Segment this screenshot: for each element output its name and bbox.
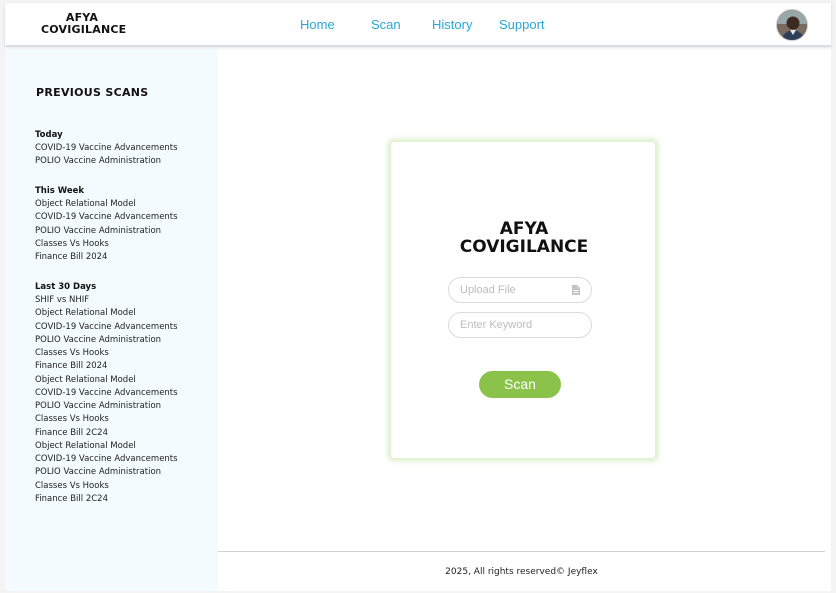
history-item[interactable]: Object Relational Model xyxy=(35,440,178,453)
file-icon xyxy=(572,285,580,295)
history-item[interactable]: Object Relational Model xyxy=(35,198,178,211)
history-item[interactable]: Finance Bill 2C24 xyxy=(35,427,178,440)
nav-history-link[interactable]: History xyxy=(432,17,472,32)
keyword-input[interactable]: Enter Keyword xyxy=(448,312,592,338)
history-item[interactable]: Classes Vs Hooks xyxy=(35,413,178,426)
history-item[interactable]: SHIF vs NHIF xyxy=(35,294,178,307)
card-title-line-1: AFYA xyxy=(499,219,549,239)
group-title: This Week xyxy=(35,186,85,196)
history-item[interactable]: POLIO Vaccine Administration xyxy=(35,225,178,238)
upload-file-input[interactable]: Upload File xyxy=(448,277,592,303)
group-title: Today xyxy=(35,130,63,140)
group-title: Last 30 Days xyxy=(35,282,97,292)
history-item[interactable]: Object Relational Model xyxy=(35,307,178,320)
user-avatar-icon[interactable] xyxy=(776,9,808,41)
history-group-last-30-days: Last 30 Days SHIF vs NHIF Object Relatio… xyxy=(35,281,178,506)
previous-scans-sidebar: PREVIOUS SCANS Today COVID-19 Vaccine Ad… xyxy=(5,49,218,591)
history-item[interactable]: Classes Vs Hooks xyxy=(35,347,178,360)
history-item[interactable]: Finance Bill 2024 xyxy=(35,360,178,373)
card-title: AFYA COVIGILANCE xyxy=(391,220,657,256)
nav-scan-link[interactable]: Scan xyxy=(371,17,401,32)
history-item[interactable]: Classes Vs Hooks xyxy=(35,480,178,493)
nav-support-link[interactable]: Support xyxy=(499,17,545,32)
history-group-today: Today COVID-19 Vaccine Advancements POLI… xyxy=(35,129,178,169)
history-item[interactable]: Classes Vs Hooks xyxy=(35,238,178,251)
history-item[interactable]: Finance Bill 2024 xyxy=(35,251,178,264)
nav-home-link[interactable]: Home xyxy=(300,17,335,32)
upload-file-placeholder: Upload File xyxy=(460,284,516,296)
logo-line-2: COVIGILANCE xyxy=(41,23,127,36)
scan-button[interactable]: Scan xyxy=(479,371,561,398)
footer-copyright: 2025, All rights reserved© Jeyflex xyxy=(445,567,598,577)
history-item[interactable]: COVID-19 Vaccine Advancements xyxy=(35,321,178,334)
footer-divider xyxy=(218,551,825,552)
scan-card: AFYA COVIGILANCE Upload File Enter Keywo… xyxy=(390,141,656,459)
history-group-this-week: This Week Object Relational Model COVID-… xyxy=(35,185,178,264)
keyword-placeholder: Enter Keyword xyxy=(460,319,533,331)
top-header: AFYA COVIGILANCE Home Scan History Suppo… xyxy=(5,3,831,47)
history-item[interactable]: POLIO Vaccine Administration xyxy=(35,400,178,413)
history-item[interactable]: COVID-19 Vaccine Advancements xyxy=(35,453,178,466)
sidebar-title: PREVIOUS SCANS xyxy=(36,86,149,99)
history-item[interactable]: POLIO Vaccine Administration xyxy=(35,466,178,479)
history-item[interactable]: POLIO Vaccine Administration xyxy=(35,334,178,347)
history-item[interactable]: POLIO Vaccine Administration xyxy=(35,155,178,168)
app-frame: AFYA COVIGILANCE Home Scan History Suppo… xyxy=(5,3,831,591)
history-item[interactable]: COVID-19 Vaccine Advancements xyxy=(35,142,178,155)
history-item[interactable]: Finance Bill 2C24 xyxy=(35,493,178,506)
card-title-line-2: COVIGILANCE xyxy=(459,237,589,257)
history-item[interactable]: COVID-19 Vaccine Advancements xyxy=(35,211,178,224)
history-item[interactable]: Object Relational Model xyxy=(35,374,178,387)
logo[interactable]: AFYA COVIGILANCE xyxy=(41,12,127,36)
history-item[interactable]: COVID-19 Vaccine Advancements xyxy=(35,387,178,400)
